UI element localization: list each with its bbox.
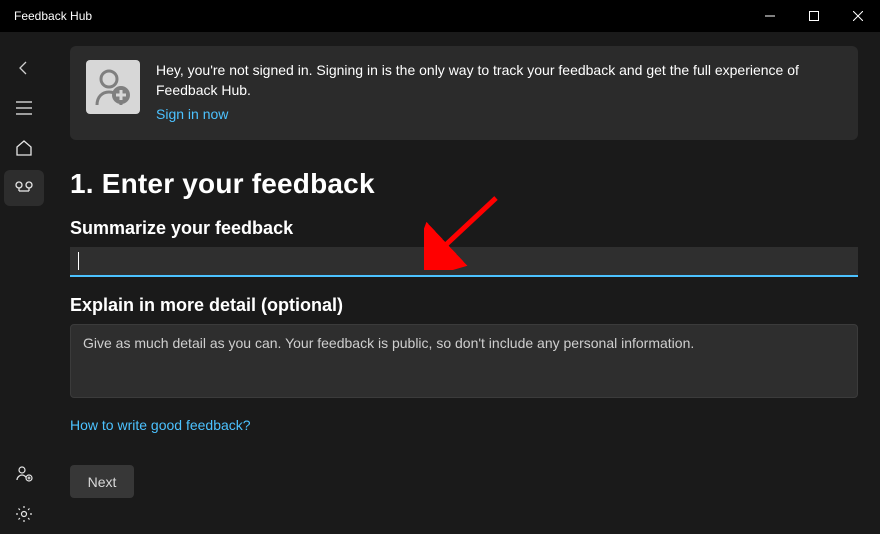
main-content: Hey, you're not signed in. Signing in is…	[48, 32, 880, 534]
nav-settings-button[interactable]	[4, 496, 44, 532]
next-button[interactable]: Next	[70, 465, 134, 498]
banner-message: Hey, you're not signed in. Signing in is…	[156, 60, 838, 100]
close-button[interactable]	[836, 0, 880, 32]
nav-feedback-button[interactable]	[4, 170, 44, 206]
signin-banner: Hey, you're not signed in. Signing in is…	[70, 46, 858, 140]
add-user-icon	[86, 60, 140, 114]
titlebar: Feedback Hub	[0, 0, 880, 32]
nav-home-button[interactable]	[4, 130, 44, 166]
back-button[interactable]	[4, 50, 44, 86]
maximize-button[interactable]	[792, 0, 836, 32]
summary-input[interactable]	[70, 247, 858, 277]
sidebar	[0, 32, 48, 534]
page-title: 1. Enter your feedback	[70, 168, 858, 200]
help-link[interactable]: How to write good feedback?	[70, 417, 251, 433]
nav-account-button[interactable]	[4, 456, 44, 492]
detail-textarea[interactable]	[70, 324, 858, 398]
detail-label: Explain in more detail (optional)	[70, 295, 858, 316]
summary-label: Summarize your feedback	[70, 218, 858, 239]
nav-hamburger-button[interactable]	[4, 90, 44, 126]
app-title: Feedback Hub	[14, 9, 92, 23]
text-caret	[78, 252, 79, 270]
minimize-button[interactable]	[748, 0, 792, 32]
signin-link[interactable]: Sign in now	[156, 106, 228, 122]
